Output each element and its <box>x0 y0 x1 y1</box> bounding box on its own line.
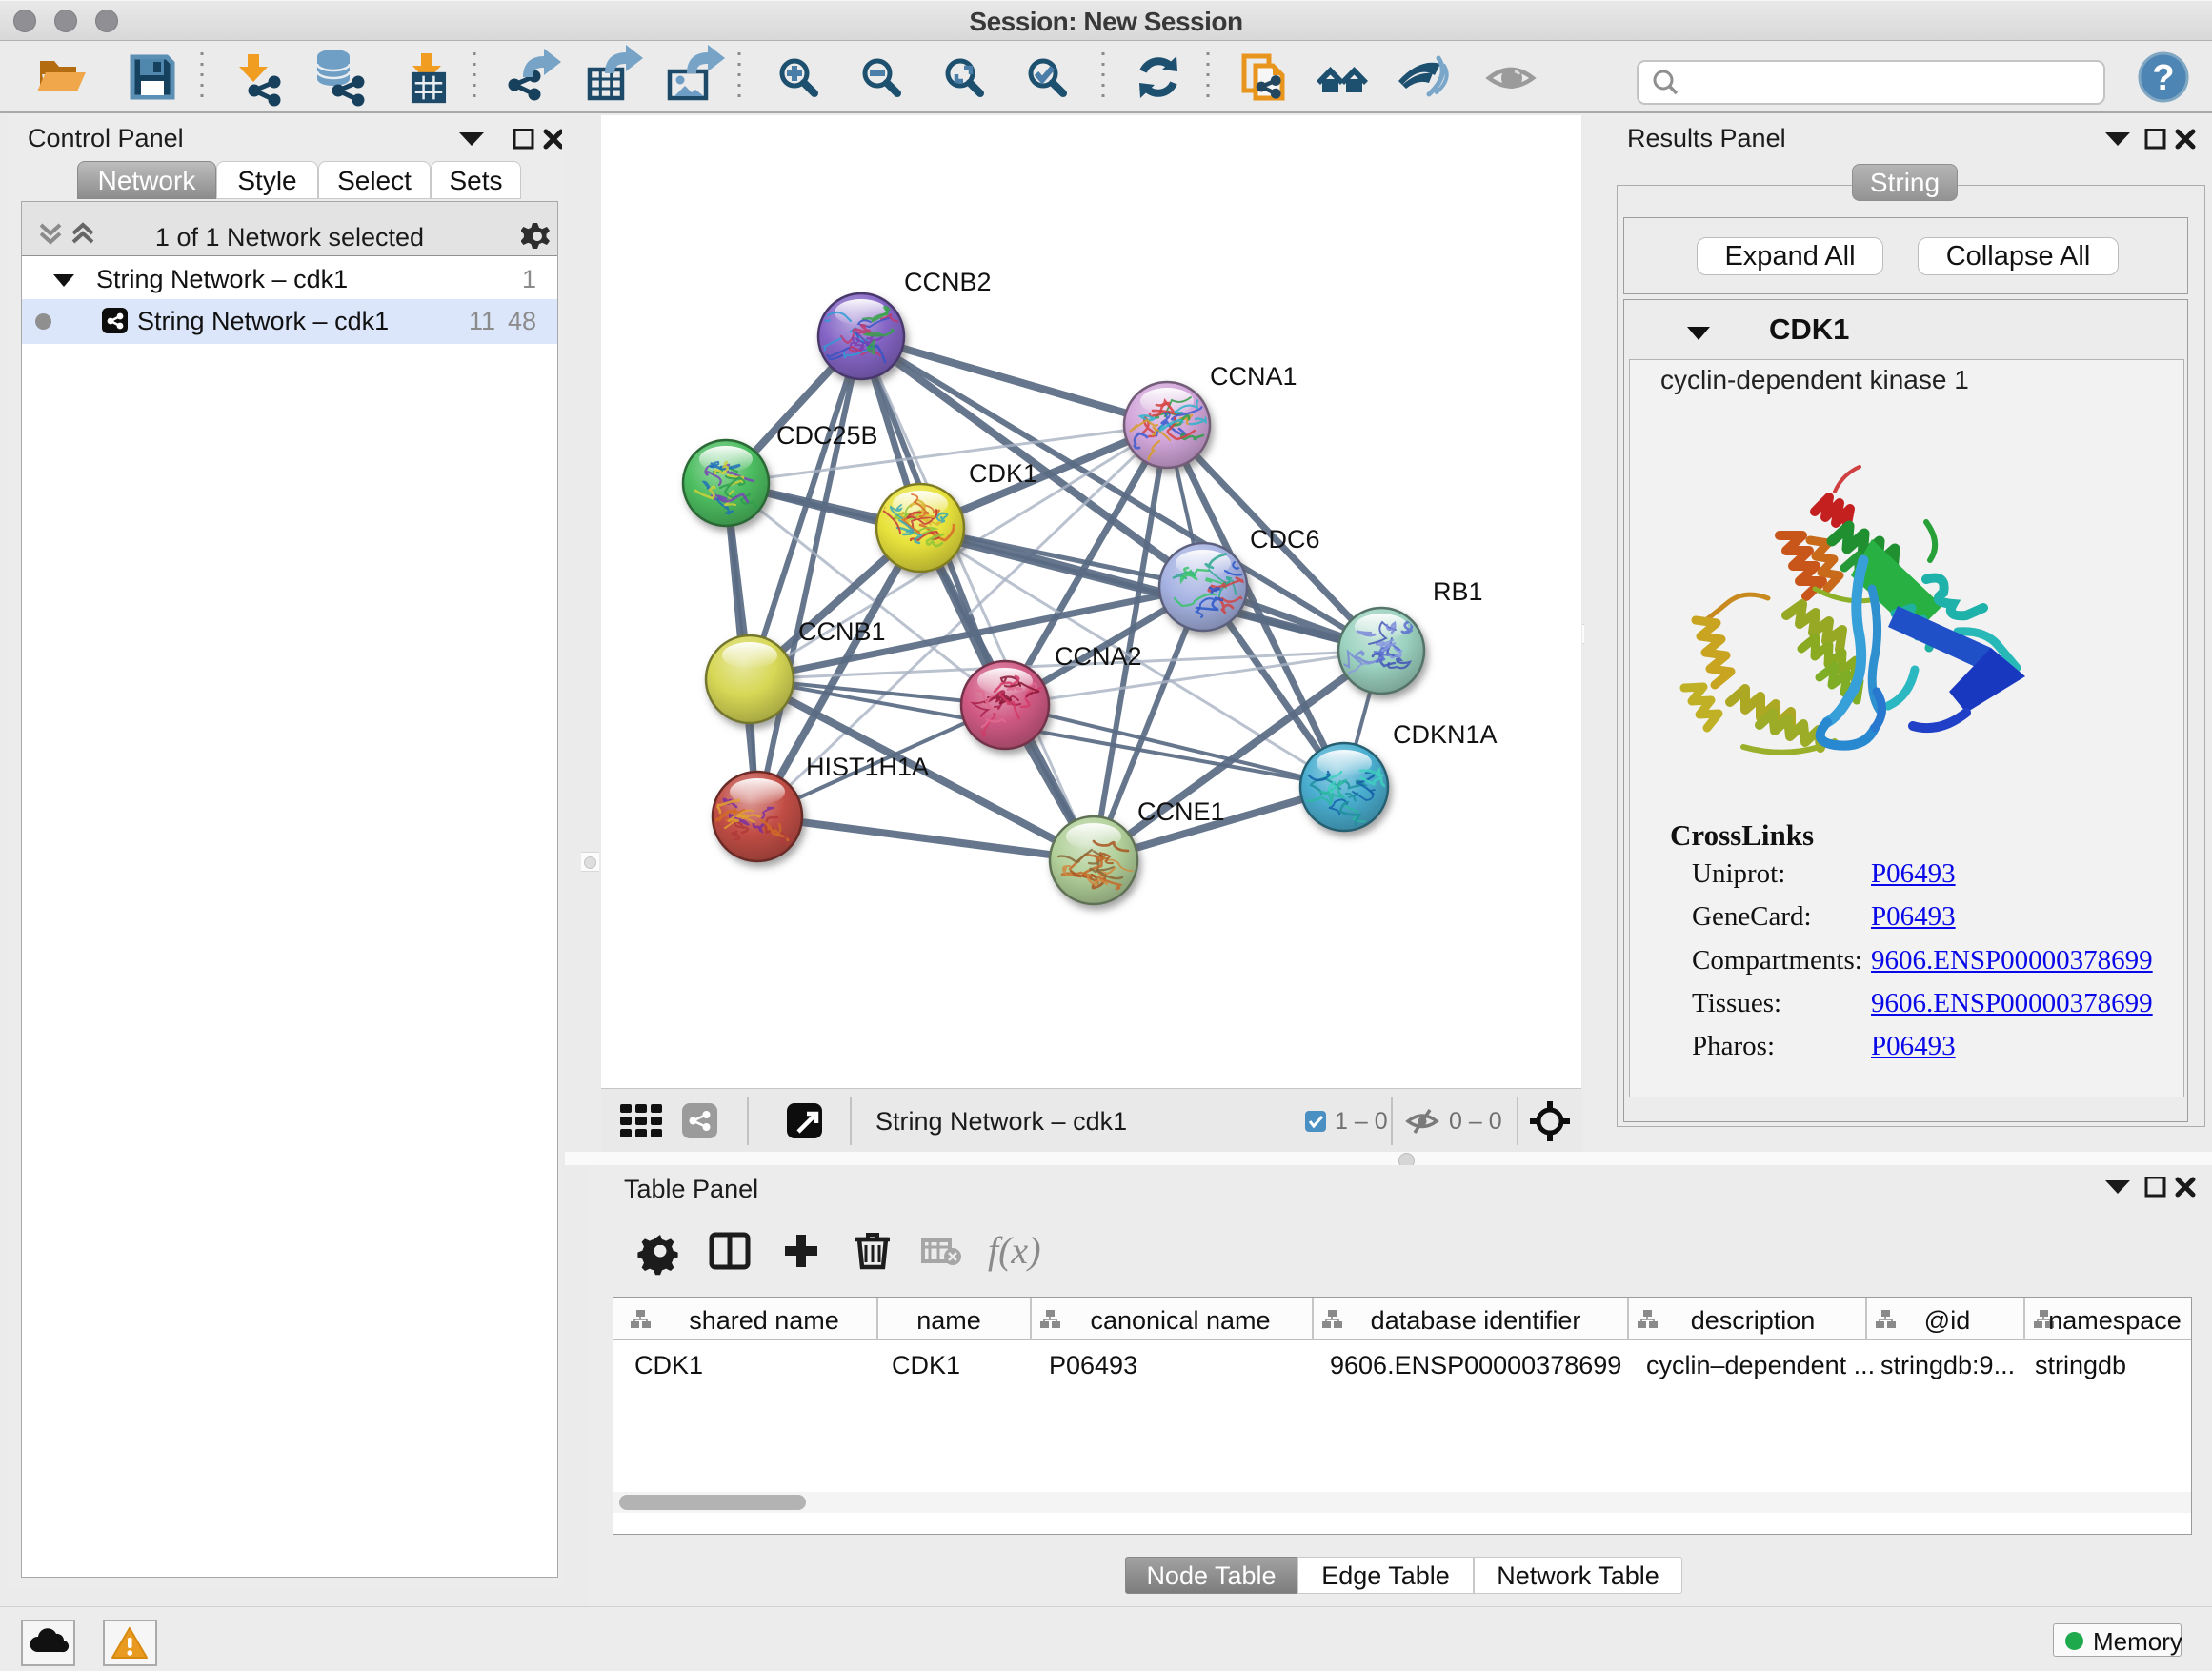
svg-text:CDK1: CDK1 <box>634 1351 703 1379</box>
svg-text:CDK1: CDK1 <box>969 459 1037 488</box>
svg-text:shared name: shared name <box>689 1306 839 1335</box>
svg-text:@id: @id <box>1924 1306 1970 1335</box>
svg-text:cyclin–dependent ...: cyclin–dependent ... <box>1646 1351 1875 1379</box>
svg-text:namespace: namespace <box>2048 1306 2182 1335</box>
svg-text:stringdb:9...: stringdb:9... <box>1880 1351 2015 1379</box>
svg-text:RB1: RB1 <box>1433 577 1483 606</box>
svg-text:P06493: P06493 <box>1049 1351 1137 1379</box>
svg-text:String Network – cdk1: String Network – cdk1 <box>875 1107 1127 1136</box>
svg-text:CCNB1: CCNB1 <box>798 617 886 646</box>
svg-text:HIST1H1A: HIST1H1A <box>806 753 929 781</box>
svg-text:description: description <box>1691 1306 1816 1335</box>
svg-text:CDKN1A: CDKN1A <box>1393 720 1498 749</box>
svg-text:CDC6: CDC6 <box>1250 525 1320 554</box>
svg-text:stringdb: stringdb <box>2035 1351 2126 1379</box>
svg-text:database identifier: database identifier <box>1371 1306 1581 1335</box>
svg-text:?: ? <box>2152 58 2174 98</box>
svg-text:9606.ENSP00000378699: 9606.ENSP00000378699 <box>1330 1351 1621 1379</box>
svg-text:canonical name: canonical name <box>1090 1306 1270 1335</box>
svg-text:CCNA1: CCNA1 <box>1210 362 1297 391</box>
svg-text:CDK1: CDK1 <box>892 1351 960 1379</box>
svg-text:CCNE1: CCNE1 <box>1137 797 1225 826</box>
svg-text:CCNA2: CCNA2 <box>1055 642 1142 671</box>
svg-text:0 – 0: 0 – 0 <box>1449 1108 1502 1135</box>
svg-text:1 – 0: 1 – 0 <box>1335 1108 1388 1135</box>
svg-text:CCNB2: CCNB2 <box>904 268 992 296</box>
svg-text:CDC25B: CDC25B <box>776 421 878 450</box>
svg-text:f(x): f(x) <box>988 1229 1041 1272</box>
svg-text:name: name <box>916 1306 981 1335</box>
